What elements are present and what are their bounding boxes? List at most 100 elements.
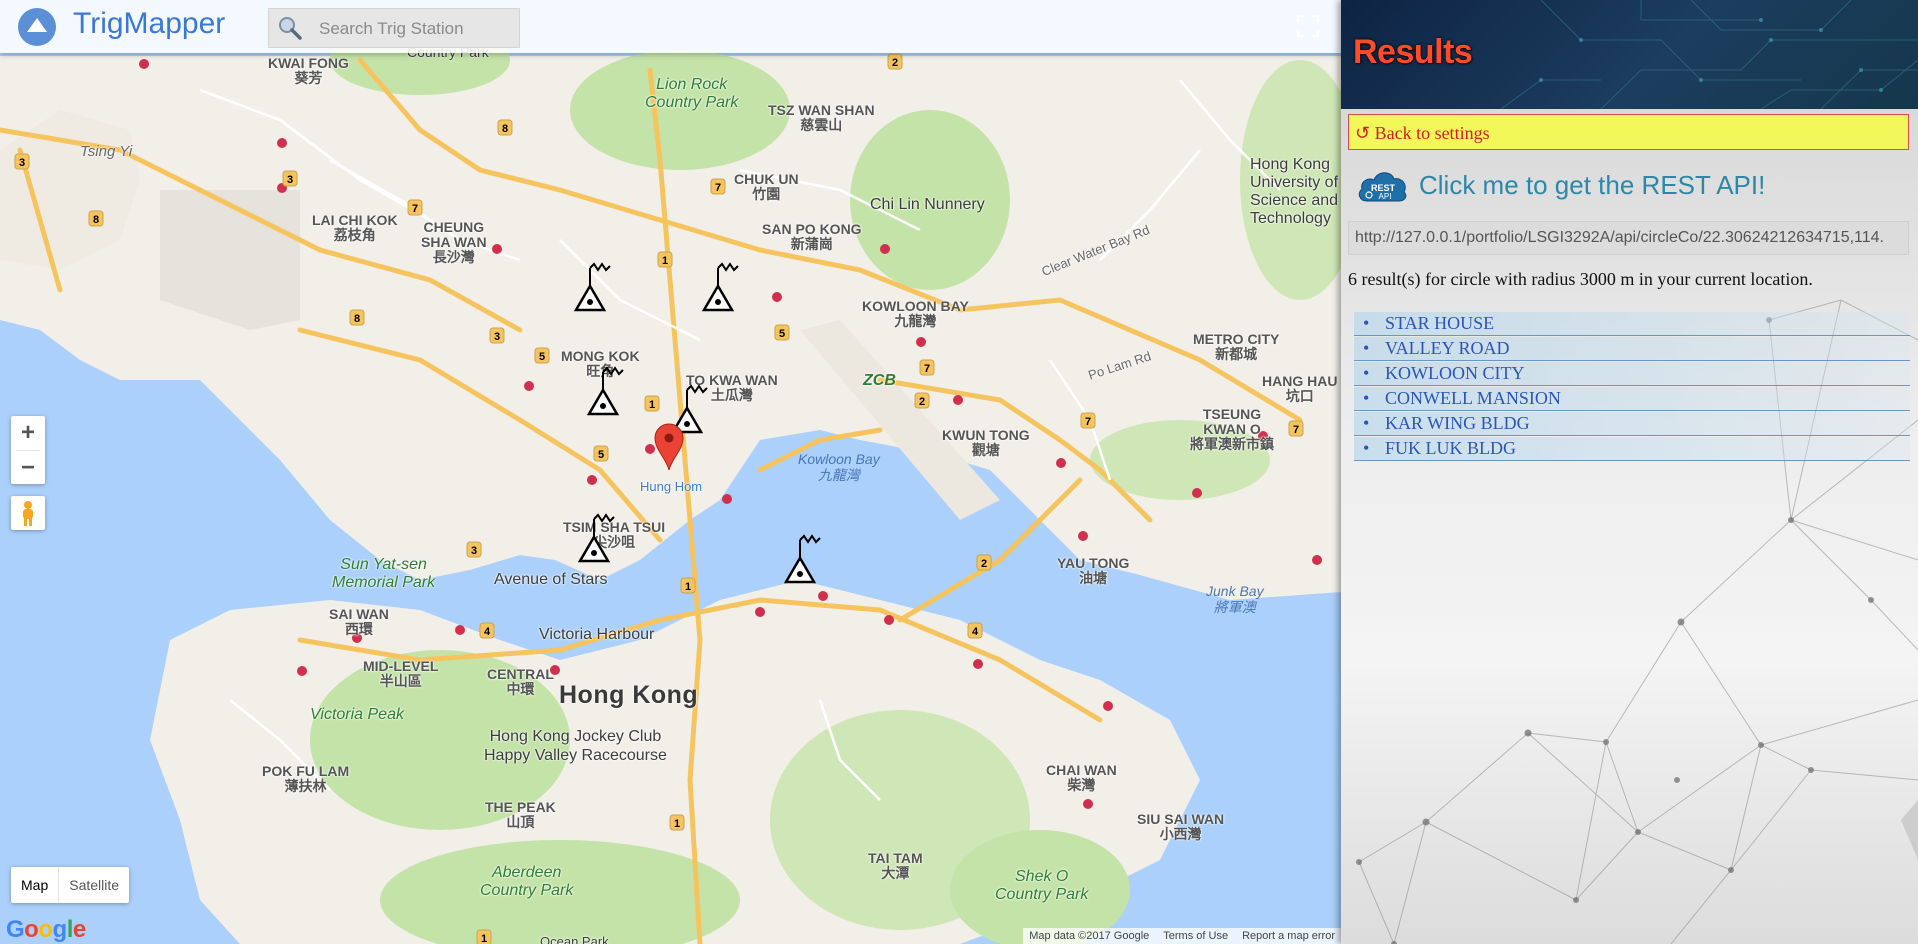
map-label-hang-hau: HANG HAU 坑口 — [1262, 373, 1338, 404]
map-label-kowloon-bay-water: Kowloon Bay 九龍灣 — [798, 451, 880, 483]
map-label-mong-kok: MONG KOK 旺角 — [561, 348, 640, 379]
map-type-map-button[interactable]: Map — [11, 867, 60, 903]
map-type-satellite-button[interactable]: Satellite — [59, 867, 129, 903]
result-item[interactable]: • KOWLOON CITY — [1354, 362, 1910, 386]
map-label-central: CENTRAL 中環 — [487, 666, 554, 697]
result-item-name: KAR WING BLDG — [1385, 413, 1530, 433]
map-label-chi-lin-nunnery: Chi Lin Nunnery — [870, 196, 985, 213]
map-label-shek-o: Shek O Country Park — [995, 868, 1089, 903]
map-label-ocean-park: Ocean Park — [540, 934, 609, 944]
result-item[interactable]: • STAR HOUSE — [1354, 312, 1910, 336]
svg-text:4: 4 — [484, 626, 491, 638]
api-icon-text: API — [1379, 192, 1392, 201]
report-map-error-link[interactable]: Report a map error — [1242, 928, 1335, 944]
svg-text:1: 1 — [685, 581, 691, 593]
app-title: TrigMapper — [73, 7, 226, 40]
map-label-tsim-sha-tsui: TSIM SHA TSUI 尖沙咀 — [563, 519, 666, 550]
result-item[interactable]: • FUK LUK BLDG — [1354, 437, 1910, 461]
list-bullet: • — [1363, 313, 1370, 333]
result-item-name: CONWELL MANSION — [1385, 388, 1561, 408]
map-label-mid-level: MID-LEVEL 半山區 — [363, 658, 439, 689]
terms-of-use-link[interactable]: Terms of Use — [1163, 928, 1228, 944]
map-label-kwai-fong: KWAI FONG 葵芳 — [268, 55, 349, 86]
svg-text:7: 7 — [715, 182, 721, 194]
map-label-tsz-wan-shan: TSZ WAN SHAN 慈雲山 — [768, 102, 875, 133]
svg-text:5: 5 — [598, 449, 604, 461]
app-logo-icon — [18, 8, 56, 46]
search-box — [268, 8, 520, 49]
svg-text:7: 7 — [924, 363, 930, 375]
fullscreen-icon[interactable] — [1296, 14, 1320, 38]
results-list: • STAR HOUSE • VALLEY ROAD • KOWLOON CITY •… — [1354, 312, 1910, 462]
svg-text:7: 7 — [1293, 424, 1299, 436]
map-label-victoria-harbour: Victoria Harbour — [539, 626, 655, 643]
map-label-jockey-club: Hong Kong Jockey Club Happy Valley Raceco… — [484, 728, 667, 764]
svg-text:1: 1 — [649, 399, 655, 411]
rest-api-cloud-icon: REST API — [1355, 165, 1409, 205]
map-label-yau-tong: YAU TONG 油塘 — [1057, 555, 1130, 586]
svg-text:1: 1 — [674, 818, 680, 830]
svg-text:3: 3 — [287, 174, 293, 186]
svg-text:3: 3 — [19, 157, 25, 169]
top-bar: TrigMapper — [0, 0, 1341, 53]
result-item[interactable]: • CONWELL MANSION — [1354, 387, 1910, 411]
map-label-siu-sai-wan: SIU SAI WAN 小西灣 — [1137, 811, 1225, 842]
svg-text:2: 2 — [919, 396, 925, 408]
street-view-button[interactable] — [11, 496, 45, 530]
zoom-in-button[interactable]: + — [11, 416, 45, 450]
map-label-pok-fu-lam: POK FU LAM 薄扶林 — [262, 763, 350, 794]
svg-text:8: 8 — [93, 214, 99, 226]
map-label-metro-city: METRO CITY 新都城 — [1193, 331, 1280, 362]
panel-header: Results — [1341, 0, 1918, 109]
map-label-sai-wan: SAI WAN 西環 — [329, 606, 389, 637]
back-to-settings-button[interactable]: ↺ Back to settings — [1348, 114, 1909, 150]
svg-text:5: 5 — [779, 328, 785, 340]
svg-text:7: 7 — [1085, 416, 1091, 428]
list-bullet: • — [1363, 338, 1370, 358]
map-label-lai-chi-kok: LAI CHI KOK 荔枝角 — [312, 212, 398, 243]
svg-text:1: 1 — [481, 933, 487, 944]
result-item-name: STAR HOUSE — [1385, 313, 1495, 333]
result-item-name: KOWLOON CITY — [1385, 363, 1525, 383]
pegman-icon — [23, 501, 33, 526]
list-bullet: • — [1363, 413, 1370, 433]
svg-text:2: 2 — [981, 558, 987, 570]
zoom-out-button[interactable]: − — [11, 451, 45, 485]
zoom-control: + − — [11, 416, 45, 484]
search-icon[interactable] — [277, 15, 303, 41]
svg-text:3: 3 — [494, 331, 500, 343]
map-label-hkust: Hong Kong University of Science and Technol… — [1250, 156, 1339, 227]
map[interactable]: 3 8 3 7 8 2 7 1 8 3 5 5 1 5 7 2 7 7 3 1 … — [0, 0, 1341, 944]
map-label-tseung-kwan-o: TSEUNG KWAN O 將軍澳新市鎮 — [1190, 406, 1274, 452]
map-type-control: Map Satellite — [11, 867, 130, 903]
svg-text:1: 1 — [662, 255, 668, 267]
results-panel: Results ↺ Back to settings REST API Clic… — [1341, 0, 1918, 944]
result-item[interactable]: • VALLEY ROAD — [1354, 337, 1910, 361]
map-label-to-kwa-wan: TO KWA WAN 土瓜灣 — [686, 372, 778, 403]
result-item[interactable]: • KAR WING BLDG — [1354, 412, 1910, 436]
result-item-name: VALLEY ROAD — [1385, 338, 1510, 358]
svg-text:2: 2 — [892, 57, 898, 69]
svg-text:7: 7 — [412, 203, 418, 215]
map-label-tai-tam: TAI TAM 大潭 — [868, 850, 923, 881]
api-url-field[interactable]: http://127.0.0.1/portfolio/LSGI3292A/api… — [1348, 221, 1909, 255]
map-label-sun-yat-sen: Sun Yat-sen Memorial Park — [332, 556, 436, 591]
map-label-zcb: ZCB — [863, 372, 896, 389]
map-label-hung-hom: Hung Hom — [640, 479, 703, 494]
list-bullet: • — [1363, 363, 1370, 383]
svg-text:5: 5 — [539, 351, 545, 363]
svg-text:8: 8 — [502, 123, 508, 135]
map-label-tsing-yi: Tsing Yi — [80, 143, 133, 160]
map-label-lion-rock: Lion Rock Country Park — [645, 76, 739, 111]
map-label-cheung-sha-wan: CHEUNG SHA WAN 長沙灣 — [421, 219, 487, 265]
map-label-chuk-un: CHUK UN 竹園 — [734, 171, 799, 202]
list-bullet: • — [1363, 438, 1370, 458]
map-label-hong-kong: Hong Kong — [559, 681, 699, 709]
svg-text:8: 8 — [354, 313, 360, 325]
search-input[interactable] — [317, 9, 517, 49]
map-label-san-po-kong: SAN PO KONG 新蒲崗 — [762, 221, 862, 252]
rest-api-link[interactable]: REST API Click me to get the REST API! — [1355, 161, 1765, 209]
svg-text:4: 4 — [972, 626, 979, 638]
map-label-victoria-peak: Victoria Peak — [310, 706, 404, 723]
map-data-credit: Map data ©2017 Google — [1029, 930, 1150, 942]
